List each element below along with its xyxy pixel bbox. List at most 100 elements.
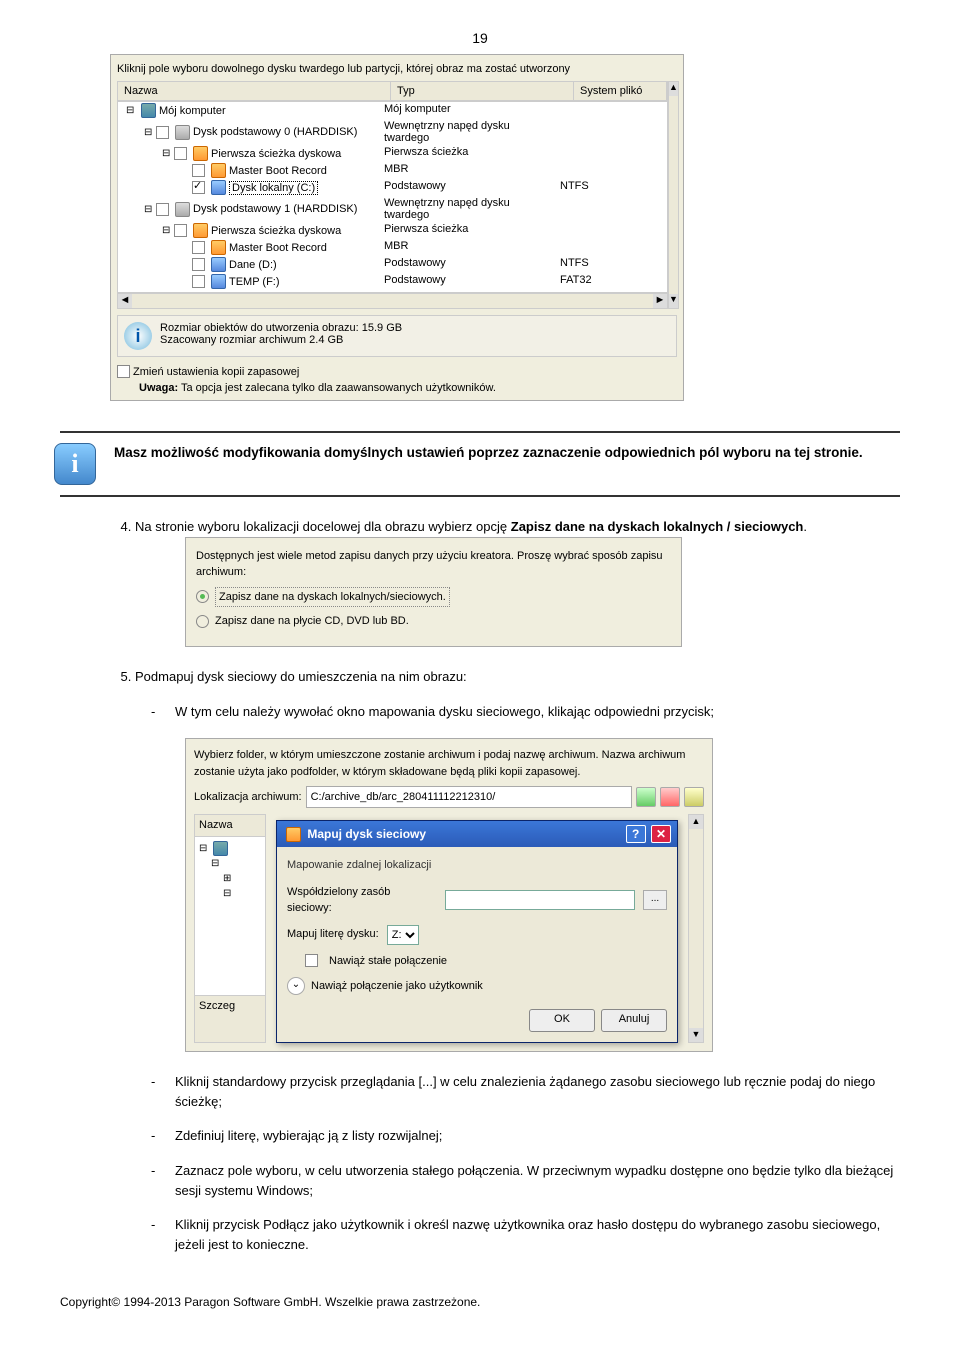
scroll-down-icon[interactable]: ▼ [669, 294, 678, 308]
tree-item-filesystem [554, 146, 630, 161]
tree-header: Nazwa Typ System plikó [117, 81, 668, 101]
screenshot-save-method: Dostępnych jest wiele metod zapisu danyc… [185, 537, 682, 647]
tree-checkbox[interactable] [192, 258, 205, 271]
tree-item-type: MBR [378, 240, 554, 255]
radio-local-network-label: Zapisz dane na dyskach lokalnych/sieciow… [215, 587, 450, 608]
tree-item-name: TEMP (F:) [229, 276, 280, 288]
scroll-right-icon[interactable]: ► [653, 294, 667, 308]
tree-row[interactable]: ⊟Pierwsza ścieżka dyskowaPierwsza ścieżk… [118, 222, 667, 239]
tree-item-name: Pierwsza ścieżka dyskowa [211, 148, 341, 160]
radio-optical-label: Zapisz dane na płycie CD, DVD lub BD. [215, 613, 409, 630]
bullet-connect-user: Kliknij przycisk Podłącz jako użytkownik… [175, 1215, 900, 1255]
comp-icon [141, 103, 156, 118]
tree-checkbox[interactable] [174, 224, 187, 237]
step4-bold: Zapisz dane na dyskach lokalnych / sieci… [511, 519, 804, 534]
tree-row[interactable]: ⊟ Mój komputer Mój komputer [118, 102, 667, 119]
info-callout: i Masz możliwość modyfikowania domyślnyc… [60, 431, 900, 497]
map-drive-dialog: Mapuj dysk sieciowy ? ✕ Mapowanie zdalne… [276, 820, 678, 1043]
expand-icon[interactable]: ⊟ [162, 225, 174, 236]
add-folder-icon[interactable] [636, 787, 656, 807]
info-block-text: Masz możliwość modyfikowania domyślnych … [114, 443, 863, 463]
cancel-button[interactable]: Anuluj [601, 1009, 667, 1032]
dialog-vscroll[interactable]: ▲ ▼ [688, 814, 704, 1043]
tree-item-name: Dysk podstawowy 1 (HARDDISK) [193, 203, 357, 215]
object-size-text: Rozmiar obiektów do utworzenia obrazu: 1… [160, 322, 402, 334]
archive-location-input[interactable] [306, 786, 632, 808]
copyright-footer: Copyright© 1994-2013 Paragon Software Gm… [60, 1295, 900, 1309]
tree-item-filesystem [554, 240, 630, 255]
screenshot-map-drive: Wybierz folder, w którym umieszczone zos… [185, 738, 713, 1052]
dialog-title: Mapuj dysk sieciowy [307, 827, 426, 841]
permanent-connection-label: Nawiąż stałe połączenie [329, 953, 447, 970]
col-name[interactable]: Nazwa [118, 82, 391, 100]
tree-checkbox[interactable] [156, 126, 169, 139]
warning-text: Ta opcja jest zalecana tylko dla zaawans… [178, 382, 496, 394]
map-drive-icon[interactable] [684, 787, 704, 807]
tree-item-type: Mój komputer [378, 103, 554, 118]
radio-optical[interactable] [196, 615, 209, 628]
tree-checkbox[interactable] [192, 275, 205, 288]
tree-item-type: Wewnętrzny napęd dysku twardego [378, 120, 554, 144]
tree-checkbox[interactable] [192, 164, 205, 177]
tree-row[interactable]: TEMP (F:)PodstawowyFAT32 [118, 273, 667, 290]
tree-row[interactable]: Master Boot RecordMBR [118, 162, 667, 179]
vertical-scrollbar[interactable]: ▲ ▼ [668, 81, 679, 309]
dialog-icon [286, 827, 301, 842]
archive-size-text: Szacowany rozmiar archiwum 2.4 GB [160, 334, 402, 346]
part-icon [193, 146, 208, 161]
tree-item-type: Pierwsza ścieżka [378, 146, 554, 161]
archive-folder-desc: Wybierz folder, w którym umieszczone zos… [194, 747, 704, 780]
tree-checkbox[interactable] [192, 241, 205, 254]
expand-advanced-icon[interactable]: ⌄ [287, 977, 305, 995]
tree-item-type: Wewnętrzny napęd dysku twardego [378, 197, 554, 221]
tree-item-name: Mój komputer [159, 105, 226, 117]
share-input[interactable] [445, 890, 635, 910]
scroll-up-icon[interactable]: ▲ [669, 82, 678, 96]
tree-body[interactable]: ⊟Mój komputerMój komputer⊟Dysk podstawow… [117, 101, 668, 293]
tree-item-name: Pierwsza ścieżka dyskowa [211, 225, 341, 237]
info-block-icon: i [54, 443, 96, 485]
tree-checkbox[interactable] [174, 147, 187, 160]
expand-icon[interactable]: ⊟ [144, 204, 156, 215]
tree-item-name: Dane (D:) [229, 259, 277, 271]
dialog-group-label: Mapowanie zdalnej lokalizacji [287, 857, 667, 874]
tree-row[interactable]: ⊟ Pierwsza ścieżka dyskowa Pierwsza ścieżk… [118, 145, 667, 162]
tree-item-filesystem [554, 120, 630, 144]
browse-button[interactable]: ... [643, 890, 667, 910]
step4-text-after: . [803, 519, 807, 534]
bullet-permanent: Zaznacz pole wyboru, w celu utworzenia s… [175, 1161, 900, 1201]
drive-letter-select[interactable]: Z: [387, 925, 419, 945]
vol-icon [211, 257, 226, 272]
dialog-help-button[interactable]: ? [626, 825, 646, 843]
step5-text: Podmapuj dysk sieciowy do umieszczenia n… [135, 669, 467, 684]
save-method-prompt: Dostępnych jest wiele metod zapisu danyc… [196, 548, 671, 581]
tree-row[interactable]: Dysk lokalny (C:)PodstawowyNTFS [118, 179, 667, 196]
drive-letter-label: Mapuj literę dysku: [287, 926, 379, 943]
expand-icon[interactable]: ⊟ [126, 105, 138, 116]
tree-checkbox[interactable] [156, 203, 169, 216]
tree-checkbox[interactable] [192, 181, 205, 194]
tree-row[interactable]: ⊟ Dysk podstawowy 0 (HARDDISK) Wewnętrzny … [118, 119, 667, 145]
step5-bullet-1: W tym celu należy wywołać okno mapowania… [175, 702, 900, 722]
expand-icon[interactable]: ⊟ [162, 148, 174, 159]
permanent-connection-checkbox[interactable] [305, 954, 318, 967]
tree-item-name: Dysk podstawowy 0 (HARDDISK) [193, 126, 357, 138]
step4-text-before: Na stronie wyboru lokalizacji docelowej … [135, 519, 511, 534]
tree-row[interactable]: ⊟ Dysk podstawowy 1 (HARDDISK) Wewnętrzny … [118, 196, 667, 222]
delete-folder-icon[interactable] [660, 787, 680, 807]
tree-item-type: Podstawowy [378, 180, 554, 195]
horizontal-scrollbar[interactable]: ◄ ► [117, 293, 668, 309]
col-filesystem[interactable]: System plikó [574, 82, 667, 100]
warning-label: Uwaga: [139, 382, 178, 394]
radio-local-network[interactable] [196, 590, 209, 603]
ok-button[interactable]: OK [529, 1009, 595, 1032]
col-type[interactable]: Typ [391, 82, 574, 100]
size-info-box: i Rozmiar obiektów do utworzenia obrazu:… [117, 315, 677, 357]
tree-row[interactable]: Master Boot RecordMBR [118, 239, 667, 256]
expand-icon[interactable]: ⊟ [144, 127, 156, 138]
dialog-close-button[interactable]: ✕ [651, 825, 671, 843]
tree-row[interactable]: Dane (D:)PodstawowyNTFS [118, 256, 667, 273]
scroll-left-icon[interactable]: ◄ [118, 294, 132, 308]
vol-icon [211, 180, 226, 195]
change-settings-checkbox[interactable] [117, 365, 130, 378]
